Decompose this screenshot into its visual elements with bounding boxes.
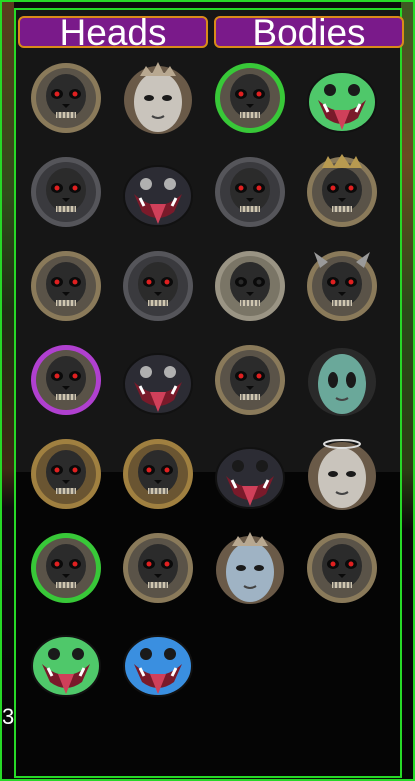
red-eyed-skull-icon — [31, 251, 101, 321]
background-scenery-left — [0, 0, 14, 781]
scaled-cobra-head-icon — [215, 447, 285, 509]
head-option-24[interactable] — [304, 530, 380, 606]
green-serpent-icon — [307, 71, 377, 133]
horned-red-demon-icon — [307, 251, 377, 321]
head-option-2[interactable] — [120, 60, 196, 136]
head-option-5[interactable] — [28, 154, 104, 230]
green-ring-demon-icon — [215, 63, 285, 133]
ornate-skull-icon — [215, 345, 285, 415]
helmeted-skull-icon — [31, 63, 101, 133]
head-option-14[interactable] — [120, 342, 196, 418]
dark-cobra-icon — [123, 165, 193, 227]
purple-ring-skull-icon — [31, 345, 101, 415]
head-option-13[interactable] — [28, 342, 104, 418]
blue-serpent-icon — [123, 635, 193, 697]
scaled-orb-face-icon — [31, 157, 101, 227]
category-tabs: Heads Bodies — [18, 16, 404, 48]
head-option-9[interactable] — [28, 248, 104, 324]
head-option-20[interactable] — [304, 436, 380, 512]
head-option-17[interactable] — [28, 436, 104, 512]
head-option-19[interactable] — [212, 436, 288, 512]
helmeted-red-skull-icon — [123, 533, 193, 603]
edge-label: 3 — [2, 704, 15, 729]
stone-skull-icon — [215, 251, 285, 321]
head-option-11[interactable] — [212, 248, 288, 324]
head-option-6[interactable] — [120, 154, 196, 230]
head-option-21[interactable] — [28, 530, 104, 606]
bronze-skull-icon — [31, 439, 101, 509]
haloed-marble-face-icon — [308, 439, 376, 510]
green-serpent-icon — [31, 635, 101, 697]
crowned-pale-face-icon — [124, 62, 192, 134]
background-scenery-right — [401, 0, 415, 781]
head-option-12[interactable] — [304, 248, 380, 324]
tab-bodies[interactable]: Bodies — [214, 16, 404, 48]
head-option-16[interactable] — [304, 342, 380, 418]
head-option-3[interactable] — [212, 60, 288, 136]
head-option-10[interactable] — [120, 248, 196, 324]
dark-cobra-icon — [123, 353, 193, 415]
head-option-4[interactable] — [304, 60, 380, 136]
crowned-crystal-face-icon — [216, 532, 284, 604]
head-option-15[interactable] — [212, 342, 288, 418]
head-option-8[interactable] — [304, 154, 380, 230]
alien-face-icon — [308, 348, 376, 416]
scaled-dark-face-icon — [123, 251, 193, 321]
tab-heads[interactable]: Heads — [18, 16, 208, 48]
head-option-1[interactable] — [28, 60, 104, 136]
crowned-skull-icon — [307, 154, 377, 227]
head-option-22[interactable] — [120, 530, 196, 606]
golden-skull-icon — [123, 439, 193, 509]
green-ring-skull-icon — [31, 533, 101, 603]
head-option-18[interactable] — [120, 436, 196, 512]
reptile-head-icon — [307, 533, 377, 603]
head-option-26[interactable] — [120, 624, 196, 700]
scaled-reptile-head-icon — [215, 157, 285, 227]
head-option-25[interactable] — [28, 624, 104, 700]
head-option-23[interactable] — [212, 530, 288, 606]
head-option-7[interactable] — [212, 154, 288, 230]
